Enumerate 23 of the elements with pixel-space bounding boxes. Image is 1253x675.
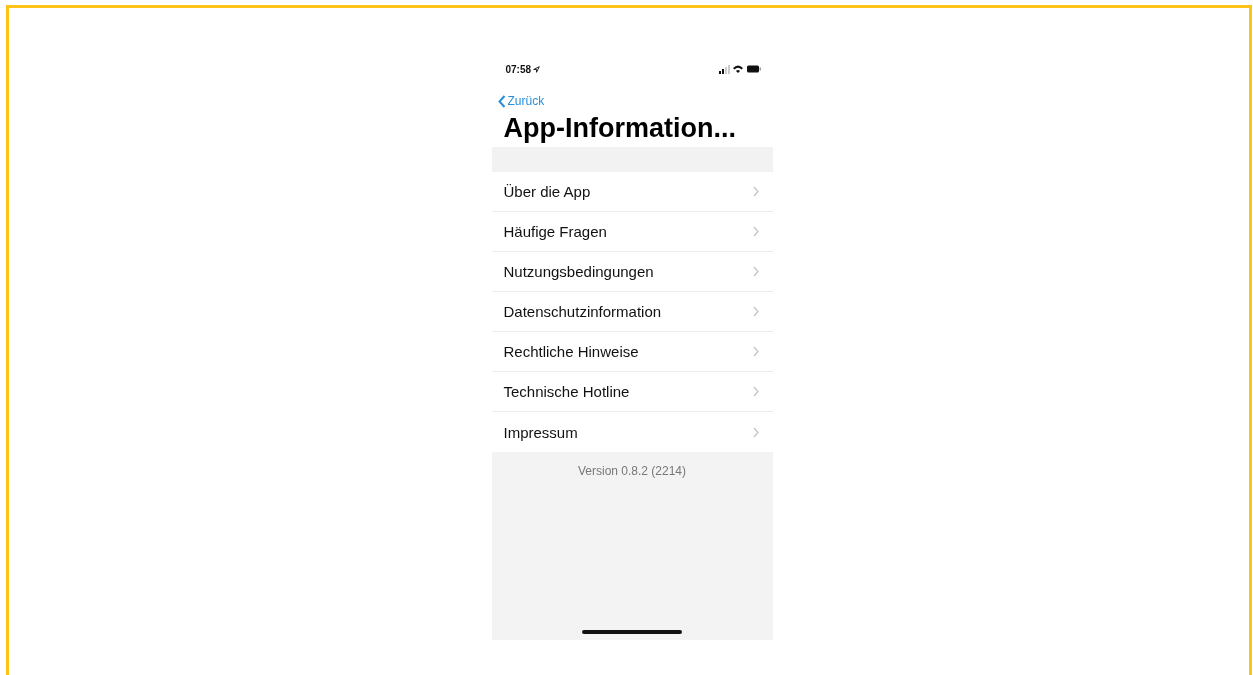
battery-icon: [746, 65, 761, 73]
back-link[interactable]: Zurück: [497, 94, 545, 108]
chevron-right-icon: [752, 186, 759, 197]
wifi-icon: [732, 65, 743, 73]
menu-item[interactable]: Rechtliche Hinweise: [491, 332, 773, 372]
chevron-right-icon: [752, 266, 759, 277]
menu-item[interactable]: Impressum: [491, 412, 773, 452]
menu-item[interactable]: Datenschutzinformation: [491, 292, 773, 332]
menu-item[interactable]: Über die App: [491, 172, 773, 212]
status-time: 07:58: [505, 63, 541, 75]
chevron-right-icon: [752, 226, 759, 237]
menu-item[interactable]: Nutzungsbedingungen: [491, 252, 773, 292]
location-icon: [533, 65, 541, 73]
chevron-right-icon: [752, 426, 759, 438]
signal-icon: [718, 65, 730, 74]
chevron-right-icon: [752, 386, 759, 397]
chevron-right-icon: [752, 346, 759, 357]
chevron-left-icon: [497, 94, 506, 108]
menu-item[interactable]: Häufige Fragen: [491, 212, 773, 252]
page-title: App-Information...: [503, 112, 737, 144]
menu-item[interactable]: Technische Hotline: [491, 372, 773, 412]
version-text: Version 0.8.2 (2214): [577, 464, 687, 478]
chevron-right-icon: [752, 306, 759, 317]
